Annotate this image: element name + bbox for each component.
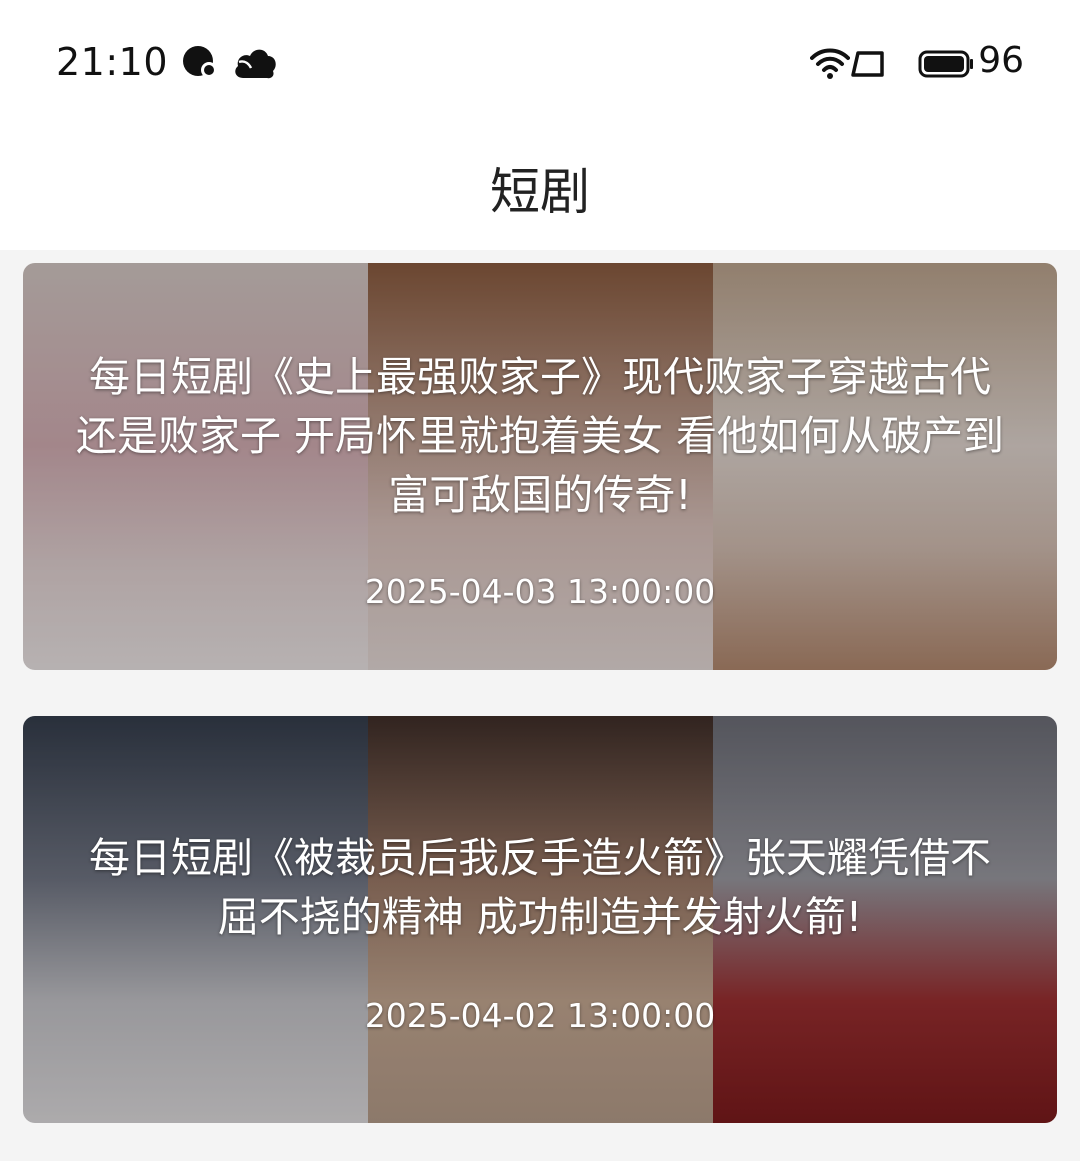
article-title: 每日短剧《史上最强败家子》现代败家子穿越古代还是败家子 开局怀里就抱着美女 看他…: [75, 353, 1005, 519]
page-title: 短剧: [490, 163, 590, 221]
notification-bubble-icon: [182, 44, 218, 84]
battery-level: 96: [978, 40, 1024, 81]
article-date: 2025-04-03 13:00:00: [364, 572, 716, 611]
cloud-notification-icon: [233, 44, 277, 84]
battery-icon: [918, 50, 974, 82]
article-title: 每日短剧《被裁员后我反手造火箭》张天耀凭借不屈不挠的精神 成功制造并发射火箭!: [89, 834, 991, 941]
wifi-icon: [810, 46, 850, 84]
status-bar: 21:10 96: [0, 0, 1080, 130]
status-time: 21:10: [56, 40, 169, 84]
page-header: 短剧: [0, 130, 1080, 250]
article-date: 2025-04-02 13:00:00: [364, 996, 716, 1035]
screen-icon: [850, 50, 886, 82]
article-card[interactable]: 每日短剧《史上最强败家子》现代败家子穿越古代还是败家子 开局怀里就抱着美女 看他…: [23, 263, 1057, 670]
article-card[interactable]: 每日短剧《被裁员后我反手造火箭》张天耀凭借不屈不挠的精神 成功制造并发射火箭! …: [23, 716, 1057, 1123]
